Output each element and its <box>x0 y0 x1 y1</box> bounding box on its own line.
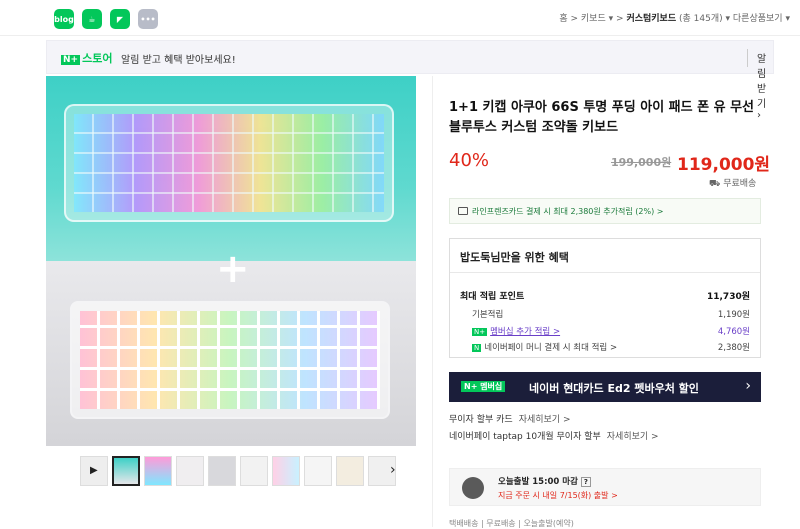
thumbnail[interactable] <box>240 456 268 486</box>
chevron-down-icon: ▾ <box>725 14 731 24</box>
thumbnail[interactable] <box>176 456 204 486</box>
thumbnail[interactable] <box>208 456 236 486</box>
n-plus-badge: N+ <box>472 328 488 336</box>
chevron-down-icon: ▾ <box>608 14 614 24</box>
hyundai-card-banner[interactable]: N+ 멤버십 네이버 현대카드 Ed2 펫바우처 할인 › <box>449 372 761 402</box>
breadcrumb: 홈 > 키보드 ▾ > 커스텀키보드 (총 145개) ▾ 다른상품보기 ▾ <box>559 11 790 24</box>
top-bar: blog ☕ ◤ ••• 홈 > 키보드 ▾ > 커스텀키보드 (총 145개)… <box>0 0 800 36</box>
max-points-row: 최대 적립 포인트 11,730원 <box>460 292 750 302</box>
more-apps-icon[interactable]: ••• <box>138 9 158 29</box>
dispatch-eta-link[interactable]: 지금 주문 시 내일 7/15(화) 출발 > <box>498 490 618 501</box>
video-thumbnail[interactable]: ▶ <box>80 456 108 486</box>
thumbnail[interactable] <box>112 456 140 486</box>
breadcrumb-home[interactable]: 홈 <box>559 14 567 24</box>
installment-row: 무이자 할부 카드 자세히보기 > <box>449 415 571 425</box>
naver-pay-badge: N <box>472 344 482 352</box>
help-icon[interactable]: ? <box>580 477 591 487</box>
details-link[interactable]: 자세히보기 > <box>607 432 659 442</box>
store-label: 스토어 <box>82 52 113 65</box>
membership-badge: N+ 멤버십 <box>461 381 506 392</box>
promo-message: 알림 받고 혜택 받아보세요! <box>121 55 236 66</box>
plus-sign: + <box>216 246 250 292</box>
breadcrumb-sep: > <box>570 14 579 24</box>
thumbnail[interactable] <box>272 456 300 486</box>
breadcrumb-category[interactable]: 키보드 <box>581 14 606 24</box>
naverpay-points-row[interactable]: N 네이버페이 머니 결제 시 최대 적립 >2,380원 <box>460 341 750 353</box>
card-promo-text: 라인프렌즈카드 결제 시 최대 2,380원 추가적립 (2%) > <box>472 207 664 216</box>
installment-links: 무이자 할부 카드 자세히보기 > 네이버페이 taptap 10개월 무이자 할… <box>449 412 659 446</box>
product-title: 1+1 키캡 아쿠아 66S 투명 푸딩 아이 패드 폰 유 무선 블루투스 커… <box>449 100 755 135</box>
details-link[interactable]: 자세히보기 > <box>519 415 571 425</box>
basic-points-row: 기본적립 1,190원 <box>472 310 750 320</box>
thumbnail-strip: ▶ <box>80 456 410 490</box>
n-plus-badge: N+ <box>61 55 81 65</box>
thumbnail-next-arrow-icon[interactable]: › <box>390 462 396 478</box>
membership-points-row[interactable]: N+ 멤버십 추가 적립 >4,760원 <box>460 325 750 337</box>
thumbnail[interactable] <box>336 456 364 486</box>
photo-aqua-keyboard <box>46 76 416 261</box>
card-icon <box>458 207 468 215</box>
discount-rate: 40% <box>449 150 490 171</box>
breadcrumb-sep: > <box>616 14 624 24</box>
truck-icon: ⛟ <box>709 179 721 189</box>
product-info: 1+1 키캡 아쿠아 66S 투명 푸딩 아이 패드 폰 유 무선 블루투스 커… <box>432 76 774 528</box>
dispatch-deadline: 오늘출발 15:00 마감 ? <box>498 475 591 487</box>
product-image[interactable]: + <box>46 76 416 446</box>
delivery-truck-icon <box>462 477 484 499</box>
sale-price: 119,000원 <box>677 155 771 175</box>
thumbnail[interactable] <box>144 456 172 486</box>
cafe-app-icon[interactable]: ☕ <box>82 9 102 29</box>
benefit-box: 밥도둑님만을 위한 혜택 최대 적립 포인트 11,730원 기본적립 1,190원… <box>449 238 761 358</box>
chevron-right-icon: › <box>745 378 751 394</box>
keyboard-image <box>70 301 390 419</box>
notification-promo-bar: N+ 스토어 알림 받고 혜택 받아보세요! 알림받기 › <box>46 40 774 121</box>
play-icon: ▶ <box>90 465 98 476</box>
bookmark-app-icon[interactable]: ◤ <box>110 9 130 29</box>
installment-row: 네이버페이 taptap 10개월 무이자 할부 자세히보기 > <box>449 432 659 442</box>
divider <box>747 49 748 67</box>
naver-store-logo: N+ 스토어 <box>61 50 112 66</box>
today-dispatch-box: 오늘출발 15:00 마감 ? 지금 주문 시 내일 7/15(화) 출발 > <box>449 468 761 506</box>
breadcrumb-current[interactable]: 커스텀키보드 <box>626 14 676 24</box>
other-products-link[interactable]: 다른상품보기 <box>733 14 783 24</box>
shipping-info: ⛟ 무료배송 <box>709 179 757 189</box>
breadcrumb-count: (총 145개) <box>679 14 723 24</box>
delivery-options: 택배배송 | 무료배송 | 오늘출발(예약) <box>449 519 574 528</box>
banner-text: 네이버 현대카드 Ed2 펫바우처 할인 <box>529 382 699 395</box>
chevron-down-icon: ▾ <box>785 14 790 24</box>
card-promo[interactable]: 라인프렌즈카드 결제 시 최대 2,380원 추가적립 (2%) > <box>449 198 761 224</box>
thumbnail[interactable] <box>304 456 332 486</box>
blog-app-icon[interactable]: blog <box>54 9 74 29</box>
keyboard-image <box>64 104 394 222</box>
benefit-header: 밥도둑님만을 위한 혜택 <box>450 239 760 273</box>
original-price: 199,000원 <box>611 156 672 169</box>
